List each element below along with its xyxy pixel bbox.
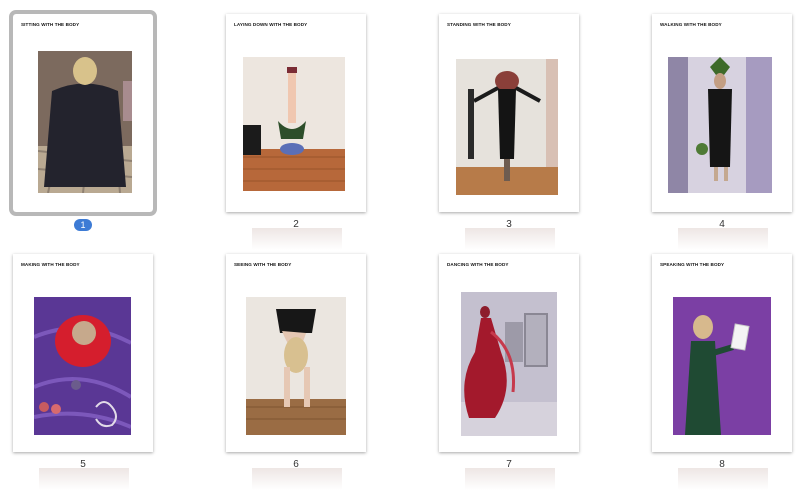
page-thumbnail-7[interactable]: DANCING WITH THE BODY ​ ​ 7: [439, 254, 579, 490]
page-preview: SITTING WITH THE BODY ​ ​: [9, 10, 157, 216]
page-preview: SEEING WITH THE BODY ​ ​: [226, 254, 366, 452]
page-photo: [456, 59, 558, 195]
page-text-line: ​: [21, 277, 143, 280]
page-title: WALKING WITH THE BODY: [660, 22, 722, 27]
page-photo: [34, 297, 131, 435]
page-preview: SPEAKING WITH THE BODY ​ ​: [652, 254, 792, 452]
page-text-line: ​: [21, 270, 143, 273]
page-title: LAYING DOWN WITH THE BODY: [234, 22, 308, 27]
page-reflection: [465, 468, 555, 490]
page-reflection: [465, 228, 555, 250]
page-photo: [461, 292, 557, 436]
page-reflection: [678, 468, 768, 490]
page-thumbnail-grid: SITTING WITH THE BODY ​ ​ 1 LAYING DOWN …: [0, 0, 806, 500]
page-reflection: [252, 228, 342, 250]
page-preview: STANDING WITH THE BODY ​ ​: [439, 14, 579, 212]
page-photo: [673, 297, 771, 435]
page-photo: [38, 51, 132, 193]
page-photo: [243, 57, 345, 191]
page-preview: LAYING DOWN WITH THE BODY ​ ​: [226, 14, 366, 212]
page-text-line: ​: [234, 30, 356, 33]
page-text-line: ​: [660, 37, 782, 40]
page-text-line: ​: [234, 37, 356, 40]
page-thumbnail-3[interactable]: STANDING WITH THE BODY ​ ​ 3: [439, 14, 579, 250]
page-thumbnail-2[interactable]: LAYING DOWN WITH THE BODY ​ ​ 2: [226, 14, 366, 250]
page-thumbnail-5[interactable]: MAKING WITH THE BODY ​ ​ 5: [13, 254, 153, 490]
page-text-line: ​: [660, 30, 782, 33]
page-text-line: ​: [660, 277, 782, 280]
page-title: DANCING WITH THE BODY: [447, 262, 509, 267]
page-text-line: ​: [660, 270, 782, 273]
page-number: 1: [13, 219, 153, 231]
page-text-line: ​: [234, 277, 356, 280]
page-preview: WALKING WITH THE BODY ​ ​: [652, 14, 792, 212]
page-reflection: [39, 468, 129, 490]
page-preview: MAKING WITH THE BODY ​ ​: [13, 254, 153, 452]
page-title: SPEAKING WITH THE BODY: [660, 262, 725, 267]
page-text-line: ​: [234, 270, 356, 273]
page-photo: [668, 57, 772, 193]
page-photo: [246, 297, 346, 435]
page-thumbnail-1[interactable]: SITTING WITH THE BODY ​ ​ 1: [9, 10, 157, 231]
page-preview: DANCING WITH THE BODY ​ ​: [439, 254, 579, 452]
page-title: SITTING WITH THE BODY: [21, 22, 80, 27]
page-text-line: ​: [447, 277, 569, 280]
page-text-line: ​: [21, 37, 143, 40]
page-title: STANDING WITH THE BODY: [447, 22, 511, 27]
page-reflection: [678, 228, 768, 250]
page-title: SEEING WITH THE BODY: [234, 262, 292, 267]
page-thumbnail-8[interactable]: SPEAKING WITH THE BODY ​ ​ 8: [652, 254, 792, 490]
page-reflection: [252, 468, 342, 490]
page-thumbnail-4[interactable]: WALKING WITH THE BODY ​ ​ 4: [652, 14, 792, 250]
page-text-line: ​: [447, 37, 569, 40]
page-thumbnail-6[interactable]: SEEING WITH THE BODY ​ ​ 6: [226, 254, 366, 490]
page-text-line: ​: [21, 30, 143, 33]
page-title: MAKING WITH THE BODY: [21, 262, 80, 267]
page-text-line: ​: [447, 270, 569, 273]
page-text-line: ​: [447, 30, 569, 33]
